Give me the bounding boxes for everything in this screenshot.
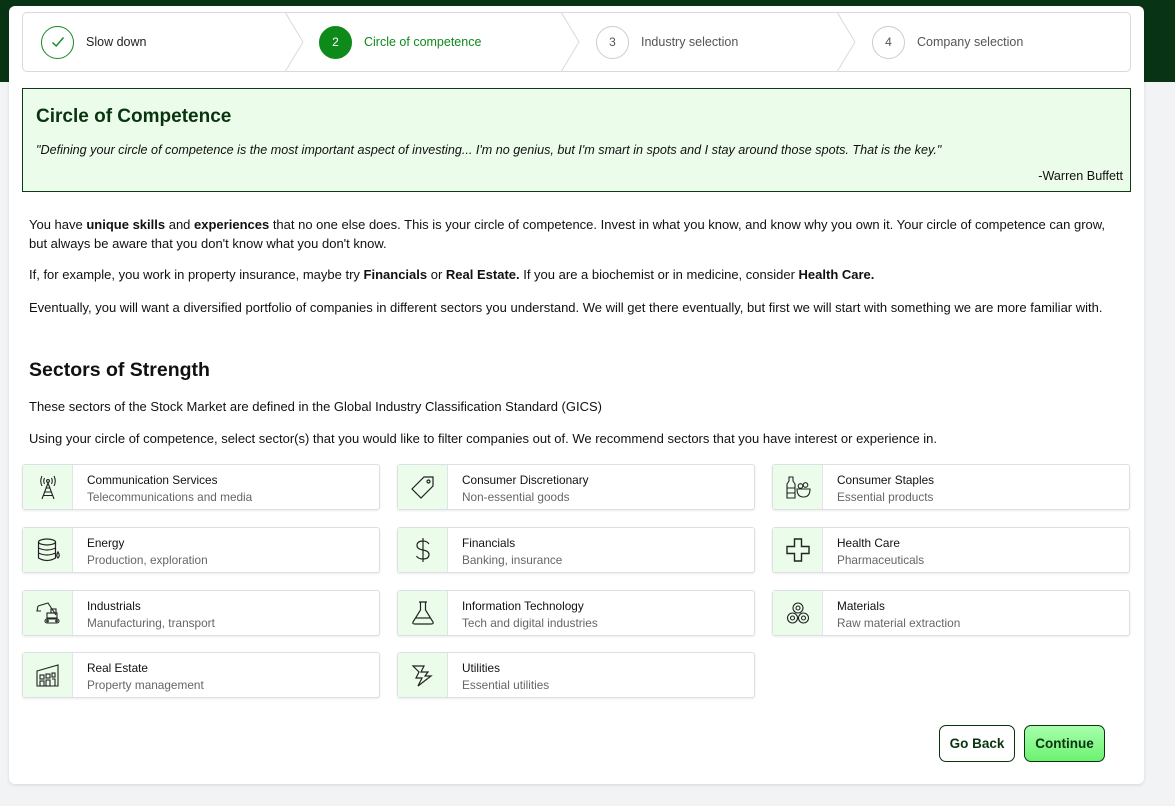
sector-name: Communication Services bbox=[87, 473, 218, 487]
sector-subtitle: Property management bbox=[87, 678, 204, 692]
sector-subtitle: Banking, insurance bbox=[462, 553, 563, 567]
lightning-icon bbox=[411, 665, 433, 687]
price-tag-icon bbox=[410, 476, 434, 499]
sector-card-real-estate[interactable]: Real Estate Property management bbox=[22, 652, 380, 698]
sector-name: Materials bbox=[837, 599, 885, 613]
quote-author: -Warren Buffett bbox=[1038, 169, 1123, 183]
go-back-button[interactable]: Go Back bbox=[939, 725, 1015, 762]
sector-card-communication-services[interactable]: Communication Services Telecommunications… bbox=[22, 464, 380, 510]
competence-quote-box: Circle of Competence "Defining your circ… bbox=[22, 88, 1131, 192]
medical-cross-icon bbox=[785, 538, 810, 562]
quote-title: Circle of Competence bbox=[36, 106, 232, 127]
step-number-badge: 2 bbox=[319, 25, 352, 59]
sector-name: Consumer Discretionary bbox=[462, 473, 589, 487]
checkmark-icon bbox=[51, 37, 64, 48]
step-industry-selection[interactable]: 3 Industry selection bbox=[596, 13, 738, 71]
sector-name: Utilities bbox=[462, 661, 501, 675]
sector-card-information-technology[interactable]: Information Technology Tech and digital i… bbox=[397, 590, 755, 636]
step-divider-chevron bbox=[561, 13, 580, 71]
sector-card-industrials[interactable]: Industrials Manufacturing, transport bbox=[22, 590, 380, 636]
flask-icon bbox=[411, 601, 434, 625]
sector-name: Health Care bbox=[837, 536, 900, 550]
excavator-icon bbox=[35, 602, 60, 624]
step-slow-down[interactable]: Slow down bbox=[41, 13, 146, 71]
step-number-badge: 4 bbox=[872, 25, 905, 59]
sector-subtitle: Essential utilities bbox=[462, 678, 550, 692]
sector-subtitle: Pharmaceuticals bbox=[837, 553, 925, 567]
sector-card-consumer-staples[interactable]: Consumer Staples Essential products bbox=[772, 464, 1130, 510]
grocery-icon bbox=[785, 476, 811, 499]
sector-subtitle: Production, exploration bbox=[87, 553, 208, 567]
intro-paragraph-1: You have unique skills and experiences t… bbox=[29, 217, 1106, 251]
step-divider-chevron bbox=[285, 13, 304, 71]
sector-name: Energy bbox=[87, 536, 125, 550]
continue-button[interactable]: Continue bbox=[1024, 725, 1105, 762]
progress-stepper: Slow down 2 Circle of competence 3 Indus… bbox=[22, 12, 1131, 72]
sector-card-financials[interactable]: Financials Banking, insurance bbox=[397, 527, 755, 573]
step-number-badge: 3 bbox=[596, 25, 629, 59]
sectors-instructions: Using your circle of competence, select … bbox=[29, 431, 938, 446]
sector-name: Real Estate bbox=[87, 661, 148, 675]
antenna-tower-icon bbox=[39, 475, 56, 500]
sector-card-materials[interactable]: Materials Raw material extraction bbox=[772, 590, 1130, 636]
quote-text: "Defining your circle of competence is t… bbox=[36, 143, 942, 157]
step-label: Circle of competence bbox=[364, 35, 482, 49]
building-icon bbox=[35, 664, 59, 687]
intro-paragraph-2: If, for example, you work in property in… bbox=[29, 267, 875, 282]
sector-subtitle: Tech and digital industries bbox=[462, 616, 598, 630]
sector-subtitle: Essential products bbox=[837, 490, 934, 504]
step-label: Slow down bbox=[86, 35, 147, 49]
dollar-sign-icon bbox=[415, 538, 430, 562]
step-company-selection[interactable]: 4 Company selection bbox=[872, 13, 1023, 71]
sector-name: Financials bbox=[462, 536, 516, 550]
sector-subtitle: Telecommunications and media bbox=[87, 490, 253, 504]
step-divider-chevron bbox=[837, 13, 856, 71]
sector-name: Consumer Staples bbox=[837, 473, 935, 487]
sector-card-consumer-discretionary[interactable]: Consumer Discretionary Non-essential good… bbox=[397, 464, 755, 510]
sector-subtitle: Manufacturing, transport bbox=[87, 616, 215, 630]
sector-card-health-care[interactable]: Health Care Pharmaceuticals bbox=[772, 527, 1130, 573]
sectors-description: These sectors of the Stock Market are de… bbox=[29, 399, 602, 414]
step-label: Company selection bbox=[917, 35, 1024, 49]
sector-card-utilities[interactable]: Utilities Essential utilities bbox=[397, 652, 755, 698]
step-complete-badge bbox=[41, 25, 74, 59]
step-circle-of-competence[interactable]: 2 Circle of competence bbox=[319, 13, 481, 71]
sector-card-energy[interactable]: Energy Production, exploration bbox=[22, 527, 380, 573]
step-label: Industry selection bbox=[641, 35, 739, 49]
intro-paragraph-3: Eventually, you will want a diversified … bbox=[29, 300, 1103, 315]
sector-name: Industrials bbox=[87, 599, 141, 613]
material-rolls-icon bbox=[786, 602, 809, 624]
sector-subtitle: Raw material extraction bbox=[837, 616, 961, 630]
sector-subtitle: Non-essential goods bbox=[462, 490, 570, 504]
main-card: Slow down 2 Circle of competence 3 Indus… bbox=[9, 6, 1144, 784]
sector-name: Information Technology bbox=[462, 599, 584, 613]
oil-barrel-icon bbox=[37, 538, 60, 562]
sectors-heading: Sectors of Strength bbox=[29, 359, 210, 381]
